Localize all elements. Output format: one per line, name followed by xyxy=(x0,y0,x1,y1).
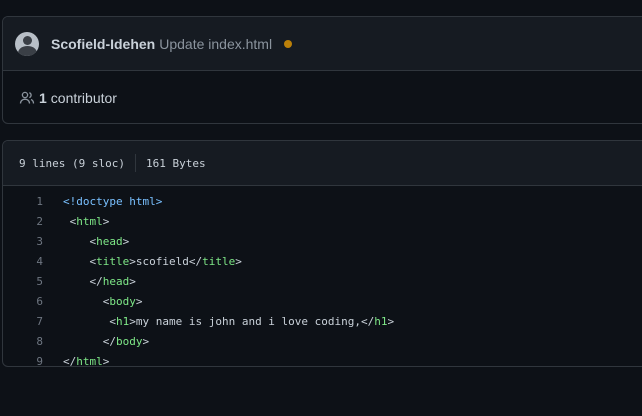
file-viewer: 9 lines (9 sloc) 161 Bytes 1 <!doctype ht… xyxy=(2,140,642,367)
line-content: </head> xyxy=(43,275,136,288)
code-token: > xyxy=(102,354,110,367)
contributors-row[interactable]: 1 contributor xyxy=(3,71,642,123)
code-token: </ xyxy=(89,274,103,288)
code-token: > xyxy=(387,314,395,328)
code-line: 8 </body> xyxy=(3,331,642,351)
code-token: html xyxy=(76,214,103,228)
code-token: > xyxy=(122,234,130,248)
code-token: > xyxy=(235,254,242,268)
avatar[interactable] xyxy=(15,31,39,56)
line-content: <!doctype html> xyxy=(43,195,162,208)
code-token: head xyxy=(102,274,130,288)
latest-commit-box: Scofield-Idehen Update index.html 1 cont… xyxy=(2,16,642,124)
code-line: 4 <title>scofield</title> xyxy=(3,251,642,271)
code-line: 2 <html> xyxy=(3,211,642,231)
avatar-body xyxy=(18,45,37,56)
code-token: >scofield</ xyxy=(129,254,203,268)
code-line: 5 </head> xyxy=(3,271,642,291)
line-number[interactable]: 1 xyxy=(3,195,43,208)
code-token: title xyxy=(96,254,130,268)
line-content: <h1>my name is john and i love coding,</… xyxy=(43,315,394,328)
code-line: 3 <head> xyxy=(3,231,642,251)
code-token: > xyxy=(135,294,143,308)
commit-author-link[interactable]: Scofield-Idehen xyxy=(51,36,155,52)
code-token: title xyxy=(202,254,236,268)
commit-header: Scofield-Idehen Update index.html xyxy=(3,17,642,71)
line-content: <head> xyxy=(43,234,130,248)
line-number[interactable]: 3 xyxy=(3,235,43,248)
line-content: <title>scofield</title> xyxy=(43,255,242,268)
line-content: <html> xyxy=(43,214,110,228)
code-token: <!doctype html> xyxy=(63,194,163,208)
code-token: >my name is john and i love coding,</ xyxy=(129,314,375,328)
code-token: h1 xyxy=(374,314,388,328)
commit-status-indicator[interactable] xyxy=(284,39,293,48)
people-icon xyxy=(19,91,35,104)
code-block: 1 <!doctype html> 2 <html> 3 <head> 4 <title… xyxy=(3,186,642,367)
line-content: <body> xyxy=(43,295,143,308)
code-token: head xyxy=(96,234,123,248)
line-content: </body> xyxy=(43,335,149,348)
line-number[interactable]: 2 xyxy=(3,215,43,228)
code-token: </ xyxy=(102,334,116,348)
avatar-head xyxy=(23,35,32,45)
code-token: > xyxy=(129,274,136,288)
line-count: 9 lines (9 sloc) xyxy=(19,156,125,170)
line-number[interactable]: 4 xyxy=(3,255,43,268)
code-line: 1 <!doctype html> xyxy=(3,191,642,211)
file-info-header: 9 lines (9 sloc) 161 Bytes xyxy=(3,141,642,186)
contributor-count: 1 xyxy=(39,89,47,106)
code-token: </ xyxy=(63,354,77,367)
code-token: > xyxy=(102,214,110,228)
file-size: 161 Bytes xyxy=(145,156,206,170)
line-number[interactable]: 7 xyxy=(3,315,43,328)
code-token: < xyxy=(109,314,116,328)
line-number[interactable]: 9 xyxy=(3,355,43,367)
code-token: html xyxy=(76,354,103,367)
line-number[interactable]: 6 xyxy=(3,295,43,308)
code-line: 7 <h1>my name is john and i love coding,… xyxy=(3,311,642,331)
code-token: body xyxy=(116,334,143,348)
commit-message-link[interactable]: Update index.html xyxy=(159,36,272,52)
contributor-label: contributor xyxy=(50,89,117,106)
code-token: body xyxy=(109,294,136,308)
line-number[interactable]: 5 xyxy=(3,275,43,288)
code-line: 6 <body> xyxy=(3,291,642,311)
code-line: 9 </html> xyxy=(3,351,642,367)
code-token: h1 xyxy=(115,314,130,328)
divider xyxy=(134,154,136,172)
line-number[interactable]: 8 xyxy=(3,335,43,348)
code-token: > xyxy=(142,334,150,348)
line-content: </html> xyxy=(43,354,110,367)
